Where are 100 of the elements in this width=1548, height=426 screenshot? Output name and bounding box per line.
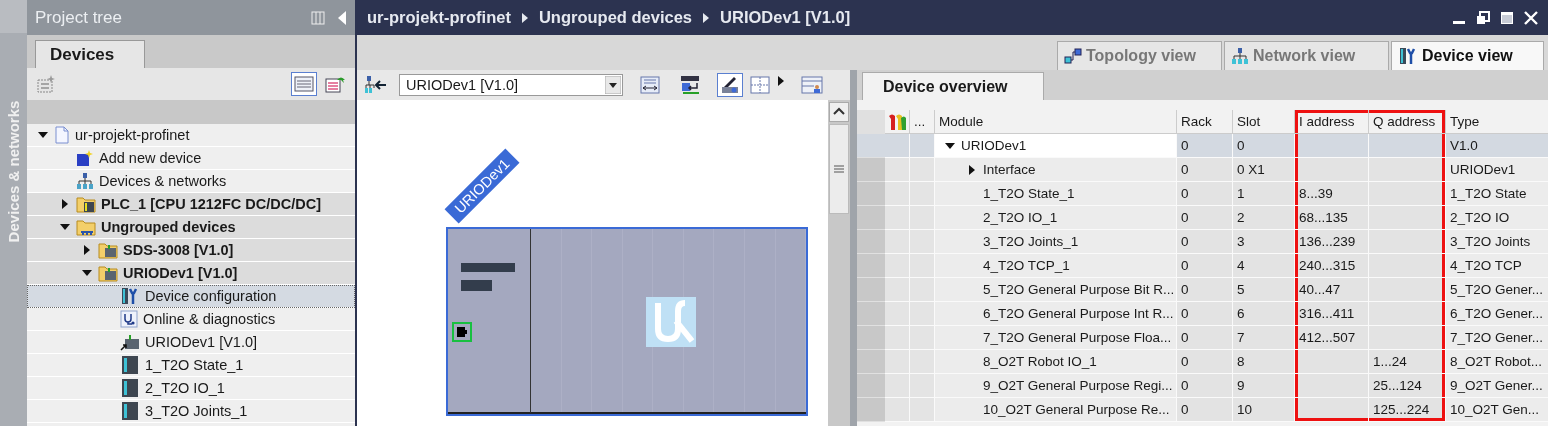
table-cell: 10 xyxy=(1233,398,1295,422)
table-cell: 8 xyxy=(1233,350,1295,374)
collapse-arrow-icon[interactable] xyxy=(60,222,70,232)
table-cell: 0 xyxy=(1177,158,1233,182)
scroll-up-icon[interactable] xyxy=(829,102,849,122)
port-icon[interactable] xyxy=(452,322,472,342)
tree-item[interactable]: Ungrouped devices xyxy=(27,216,355,239)
table-cell: 3 xyxy=(1233,230,1295,254)
column-header[interactable]: Module xyxy=(935,110,1177,134)
grip-icon xyxy=(834,165,844,173)
table-cell: 9_O2T Gener... xyxy=(1446,374,1548,398)
folder-icon xyxy=(98,264,118,282)
table-cell: 10_O2T General Purpose Re... xyxy=(935,398,1177,422)
table-row[interactable]: 6_T2O General Purpose Int R... 0 6 316...411 6_T2O Gener... xyxy=(857,302,1548,326)
table-row[interactable]: 2_T2O IO_1 0 2 68...135 2_T2O IO xyxy=(857,206,1548,230)
tree-item[interactable]: Add new device xyxy=(27,147,355,170)
folder-icon xyxy=(76,195,96,213)
column-header[interactable]: ... xyxy=(910,110,935,134)
view-tab[interactable]: Device view xyxy=(1391,41,1544,70)
tab[interactable]: Device overview xyxy=(862,72,1044,100)
tree-item[interactable]: Devices & networks xyxy=(27,170,355,193)
breadcrumb-arrow-icon xyxy=(520,12,529,23)
tree-item[interactable]: PLC_1 [CPU 1212FC DC/DC/DC] xyxy=(27,193,355,216)
table-cell: 3_T2O Joints xyxy=(1446,230,1548,254)
tree-item[interactable]: SDS-3008 [V1.0] xyxy=(27,239,355,262)
table-cell xyxy=(885,206,910,230)
collapse-arrow-icon[interactable] xyxy=(945,140,955,151)
details-view-button[interactable] xyxy=(291,72,317,96)
table-row[interactable]: 7_T2O General Purpose Floa... 0 7 412...507 7_T2O Gener... xyxy=(857,326,1548,350)
table-row[interactable]: 1_T2O State_1 0 1 8...39 1_T2O State xyxy=(857,182,1548,206)
table-row[interactable]: 4_T2O TCP_1 0 4 240...315 4_T2O TCP xyxy=(857,254,1548,278)
view-tab[interactable]: Topology view xyxy=(1057,41,1222,70)
tree-item[interactable]: 2_T2O IO_1 xyxy=(27,377,355,400)
table-cell xyxy=(885,374,910,398)
dropdown-arrow-icon[interactable] xyxy=(605,76,621,94)
scrollbar[interactable] xyxy=(828,100,850,426)
status-bar-icon xyxy=(461,263,515,272)
close-icon[interactable] xyxy=(1524,10,1538,25)
table-cell: 0 xyxy=(1177,278,1233,302)
document-icon xyxy=(54,126,70,144)
breadcrumb-item[interactable]: ur-projekt-profinet xyxy=(367,8,511,27)
maximize-icon[interactable] xyxy=(1500,10,1514,25)
device-dropdown[interactable]: URIODev1 [V1.0] xyxy=(399,74,623,96)
table-cell: 0 X1 xyxy=(1233,158,1295,182)
table-cell: 1 xyxy=(1233,182,1295,206)
table-cell: 8_O2T Robot IO_1 xyxy=(935,350,1177,374)
wrench-module-icon xyxy=(120,287,140,305)
head-module[interactable] xyxy=(448,229,531,414)
expand-arrow-icon[interactable] xyxy=(60,199,70,209)
fit-button[interactable] xyxy=(637,73,663,97)
breadcrumb-item[interactable]: URIODev1 [V1.0] xyxy=(720,8,851,27)
table-cell: 0 xyxy=(1177,350,1233,374)
tree-item[interactable]: ur-projekt-profinet xyxy=(27,124,355,147)
column-header[interactable]: Rack xyxy=(1177,110,1233,134)
table-cell xyxy=(885,134,910,158)
table-row[interactable]: 8_O2T Robot IO_1 0 8 1...24 8_O2T Robot... xyxy=(857,350,1548,374)
table-cell: 0 xyxy=(1177,206,1233,230)
expand-arrow-icon[interactable] xyxy=(967,164,977,175)
table-cell: 6 xyxy=(1233,302,1295,326)
table-row[interactable]: URIODev1 0 0 V1.0 xyxy=(857,134,1548,158)
table-cell: 1...24 xyxy=(1369,350,1446,374)
table-cell: 5_T2O Gener... xyxy=(1446,278,1548,302)
table-row[interactable]: 10_O2T General Purpose Re... 0 10 125...224 10_O2T Gen... xyxy=(857,398,1548,422)
pencil-button[interactable] xyxy=(717,73,743,97)
table-cell: 2 xyxy=(1233,206,1295,230)
collapse-arrow-icon[interactable] xyxy=(82,268,92,278)
table-row[interactable]: 3_T2O Joints_1 0 3 136...239 3_T2O Joints xyxy=(857,230,1548,254)
table-cell: 240...315 xyxy=(1295,254,1369,278)
table-cell: 2_T2O IO xyxy=(1446,206,1548,230)
breadcrumb-item[interactable]: Ungrouped devices xyxy=(538,8,693,27)
column-header[interactable]: I address xyxy=(1295,110,1369,134)
table-cell: 68...135 xyxy=(1295,206,1369,230)
table-cell: 4_T2O TCP_1 xyxy=(935,254,1177,278)
table-cell: 136...239 xyxy=(1295,230,1369,254)
tree-item[interactable]: Device configuration xyxy=(27,285,355,308)
collapse-panel-icon[interactable] xyxy=(337,10,347,25)
column-header[interactable]: Slot xyxy=(1233,110,1295,134)
network-icon xyxy=(1231,47,1249,65)
column-header[interactable]: Q address xyxy=(1369,110,1446,134)
more-arrow-icon[interactable] xyxy=(777,75,785,87)
expand-arrow-icon[interactable] xyxy=(82,245,92,255)
tree-item[interactable]: URIODev1 [V1.0] xyxy=(27,262,355,285)
panel-button[interactable] xyxy=(799,73,825,97)
table-cell: 9 xyxy=(1233,374,1295,398)
table-cell: 412...507 xyxy=(1295,326,1369,350)
table-cell xyxy=(885,302,910,326)
table-row[interactable]: 5_T2O General Purpose Bit R... 0 5 40...47 5_T2O Gener... xyxy=(857,278,1548,302)
view-tab[interactable]: Network view xyxy=(1224,41,1389,70)
tab[interactable]: Devices xyxy=(35,40,146,68)
scroll-thumb[interactable] xyxy=(829,124,849,214)
collapse-arrow-icon[interactable] xyxy=(38,130,48,140)
tree-item[interactable]: 1_T2O State_1 xyxy=(27,354,355,377)
tree-item[interactable]: Online & diagnostics xyxy=(27,308,355,331)
table-row[interactable]: Interface 0 0 X1 URIODev1 xyxy=(857,158,1548,182)
table-cell: 5_T2O General Purpose Bit R... xyxy=(935,278,1177,302)
tree-item[interactable]: 3_T2O Joints_1 xyxy=(27,400,355,423)
table-cell: 316...411 xyxy=(1295,302,1369,326)
table-row[interactable]: 9_O2T General Purpose Regi... 0 9 25...124 9_O2T Gener... xyxy=(857,374,1548,398)
restore-icon[interactable] xyxy=(1476,10,1490,25)
device-rack[interactable] xyxy=(446,227,808,416)
